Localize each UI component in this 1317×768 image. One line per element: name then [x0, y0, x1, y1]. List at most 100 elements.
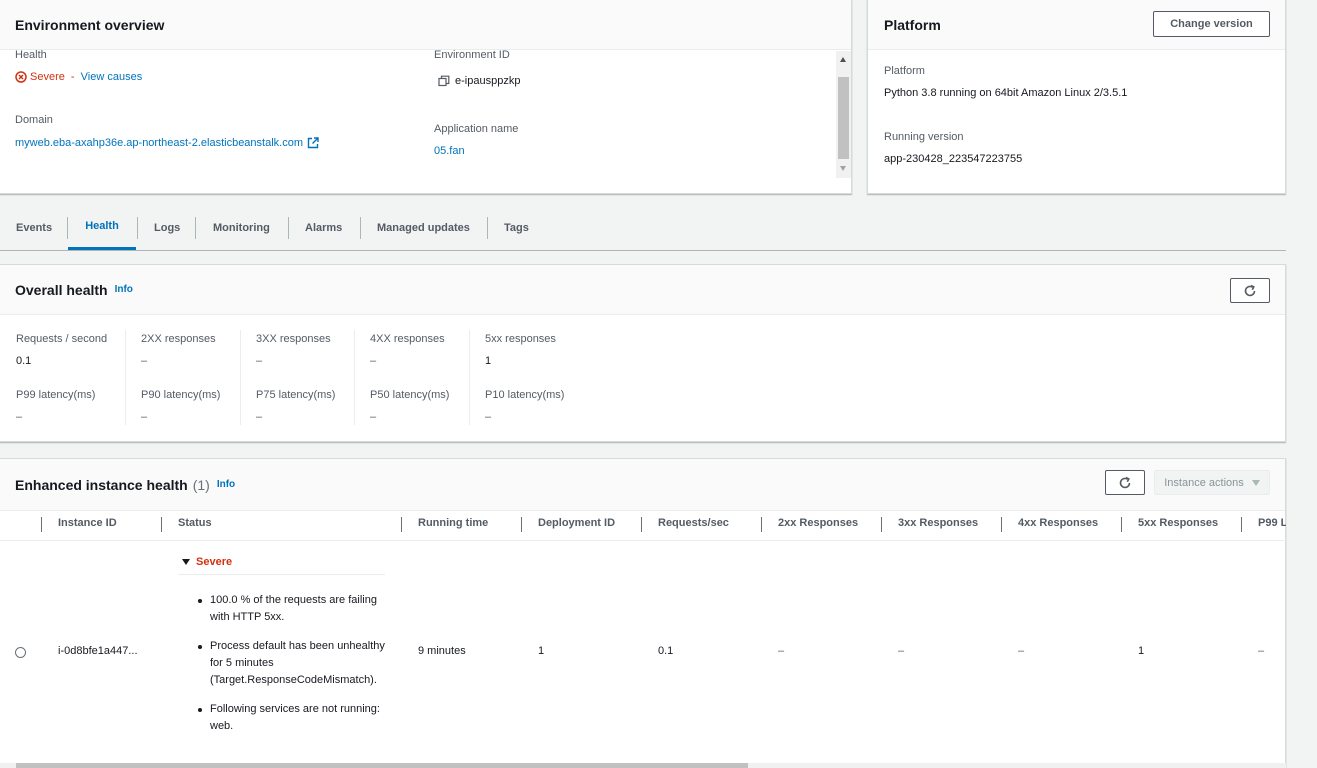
column-header-5xx[interactable]: 5xx Responses	[1138, 517, 1218, 529]
overall-refresh-button[interactable]	[1230, 278, 1270, 303]
tab-monitoring[interactable]: Monitoring	[213, 205, 270, 250]
column-header-p99[interactable]: P99 L	[1258, 517, 1286, 529]
responses-4xx-cell: –	[1018, 645, 1025, 657]
column-header-deployment-id[interactable]: Deployment ID	[538, 517, 615, 529]
environment-id-label: Environment ID	[434, 49, 510, 61]
tab-logs[interactable]: Logs	[154, 205, 180, 250]
tab-divider	[288, 217, 289, 239]
tab-tags[interactable]: Tags	[504, 205, 529, 250]
column-divider	[1001, 517, 1002, 532]
row-select-radio[interactable]	[15, 647, 26, 658]
environment-overview-header: Environment overview	[0, 0, 851, 50]
instance-id-link[interactable]: i-0d8bfe1a447...	[58, 645, 138, 657]
enhanced-health-info-link[interactable]: Info	[217, 479, 235, 490]
horizontal-scrollbar-thumb[interactable]	[16, 763, 748, 768]
metric-value: –	[370, 411, 377, 423]
environment-id-value: e-ipausppzkp	[455, 75, 521, 87]
metric-label: 5xx responses	[485, 333, 556, 345]
health-status-text: Severe	[30, 71, 65, 83]
caret-down-icon	[182, 559, 190, 565]
metric-label: P75 latency(ms)	[256, 389, 336, 401]
scroll-up-icon[interactable]	[840, 57, 846, 62]
application-name-label: Application name	[434, 123, 519, 135]
change-version-button[interactable]: Change version	[1153, 11, 1270, 37]
domain-link-wrap[interactable]: myweb.eba-axahp36e.ap-northeast-2.elasti…	[15, 137, 319, 149]
tab-health[interactable]: Health	[68, 205, 136, 250]
column-divider	[41, 517, 42, 532]
column-divider	[521, 517, 522, 532]
column-divider	[761, 517, 762, 532]
column-divider	[1121, 517, 1122, 532]
column-header-3xx[interactable]: 3xx Responses	[898, 517, 978, 529]
scrollbar-thumb[interactable]	[838, 77, 849, 159]
overall-health-info-link[interactable]: Info	[115, 284, 133, 295]
platform-value: Python 3.8 running on 64bit Amazon Linux…	[884, 87, 1128, 99]
overall-health-panel: Overall health Info Requests / second 0.…	[0, 264, 1286, 442]
enhanced-health-title: Enhanced instance health	[15, 476, 188, 493]
platform-panel: Platform Change version Platform Python …	[867, 0, 1286, 194]
health-separator: -	[67, 71, 78, 83]
instance-refresh-button[interactable]	[1105, 470, 1145, 495]
tab-events[interactable]: Events	[16, 205, 52, 250]
tab-alarms[interactable]: Alarms	[305, 205, 342, 250]
copy-icon[interactable]	[438, 75, 450, 87]
requests-sec-cell: 0.1	[658, 645, 674, 657]
environment-overview-title: Environment overview	[15, 16, 165, 33]
environment-overview-panel: Environment overview Health Severe - Vie…	[0, 0, 852, 194]
responses-5xx-cell: 1	[1138, 645, 1145, 657]
metric-label: Requests / second	[16, 333, 108, 345]
column-header-4xx[interactable]: 4xx Responses	[1018, 517, 1098, 529]
running-version-value: app-230428_223547223755	[884, 153, 1023, 165]
column-divider	[881, 517, 882, 532]
view-causes-link[interactable]: View causes	[81, 71, 143, 83]
running-version-label: Running version	[884, 131, 964, 143]
metric-value: –	[370, 355, 377, 367]
overall-health-header: Overall health Info	[0, 265, 1285, 315]
metric-value: –	[485, 411, 492, 423]
metric-value: –	[141, 355, 148, 367]
caret-down-icon	[1251, 479, 1260, 486]
status-expander[interactable]: Severe	[178, 550, 385, 575]
overall-health-title: Overall health	[15, 281, 108, 298]
metric-value: –	[256, 355, 263, 367]
metric-label: 4XX responses	[370, 333, 445, 345]
status-cause-item: Following services are not running: web.	[195, 701, 395, 735]
metric-value: 0.1	[16, 355, 32, 367]
metric-divider	[469, 330, 470, 425]
column-header-status[interactable]: Status	[178, 517, 212, 529]
column-header-2xx[interactable]: 2xx Responses	[778, 517, 858, 529]
metric-divider	[125, 330, 126, 425]
refresh-icon	[1119, 476, 1131, 488]
status-cause-item: Process default has been unhealthy for 5…	[195, 638, 395, 689]
status-cause-item: 100.0 % of the requests are failing with…	[195, 592, 395, 626]
metric-value: –	[141, 411, 148, 423]
metric-value: –	[256, 411, 263, 423]
metric-divider	[354, 330, 355, 425]
application-name-link[interactable]: 05.fan	[434, 145, 465, 157]
instance-actions-dropdown[interactable]: Instance actions	[1154, 470, 1270, 495]
error-circle-icon	[15, 71, 27, 83]
column-header-running-time[interactable]: Running time	[418, 517, 488, 529]
metric-label: 3XX responses	[256, 333, 331, 345]
tab-divider	[487, 217, 488, 239]
tab-divider	[360, 217, 361, 239]
metric-label: P99 latency(ms)	[16, 389, 96, 401]
platform-title: Platform	[884, 16, 941, 33]
deployment-id-link[interactable]: 1	[538, 645, 544, 657]
tab-divider	[137, 217, 138, 239]
scroll-down-icon[interactable]	[840, 166, 846, 171]
column-divider	[161, 517, 162, 532]
overview-scrollbar[interactable]	[836, 51, 851, 178]
platform-label: Platform	[884, 65, 925, 77]
metric-value: 1	[485, 355, 492, 367]
responses-3xx-cell: –	[898, 645, 905, 657]
column-header-requests-sec[interactable]: Requests/sec	[658, 517, 729, 529]
tab-managed-updates[interactable]: Managed updates	[377, 205, 470, 250]
status-severe-text: Severe	[196, 556, 233, 568]
metric-label: P90 latency(ms)	[141, 389, 221, 401]
domain-label: Domain	[15, 114, 53, 126]
table-horizontal-scrollbar[interactable]	[0, 763, 1286, 768]
column-divider	[641, 517, 642, 532]
column-header-instance-id[interactable]: Instance ID	[58, 517, 117, 529]
domain-link[interactable]: myweb.eba-axahp36e.ap-northeast-2.elasti…	[15, 137, 303, 149]
